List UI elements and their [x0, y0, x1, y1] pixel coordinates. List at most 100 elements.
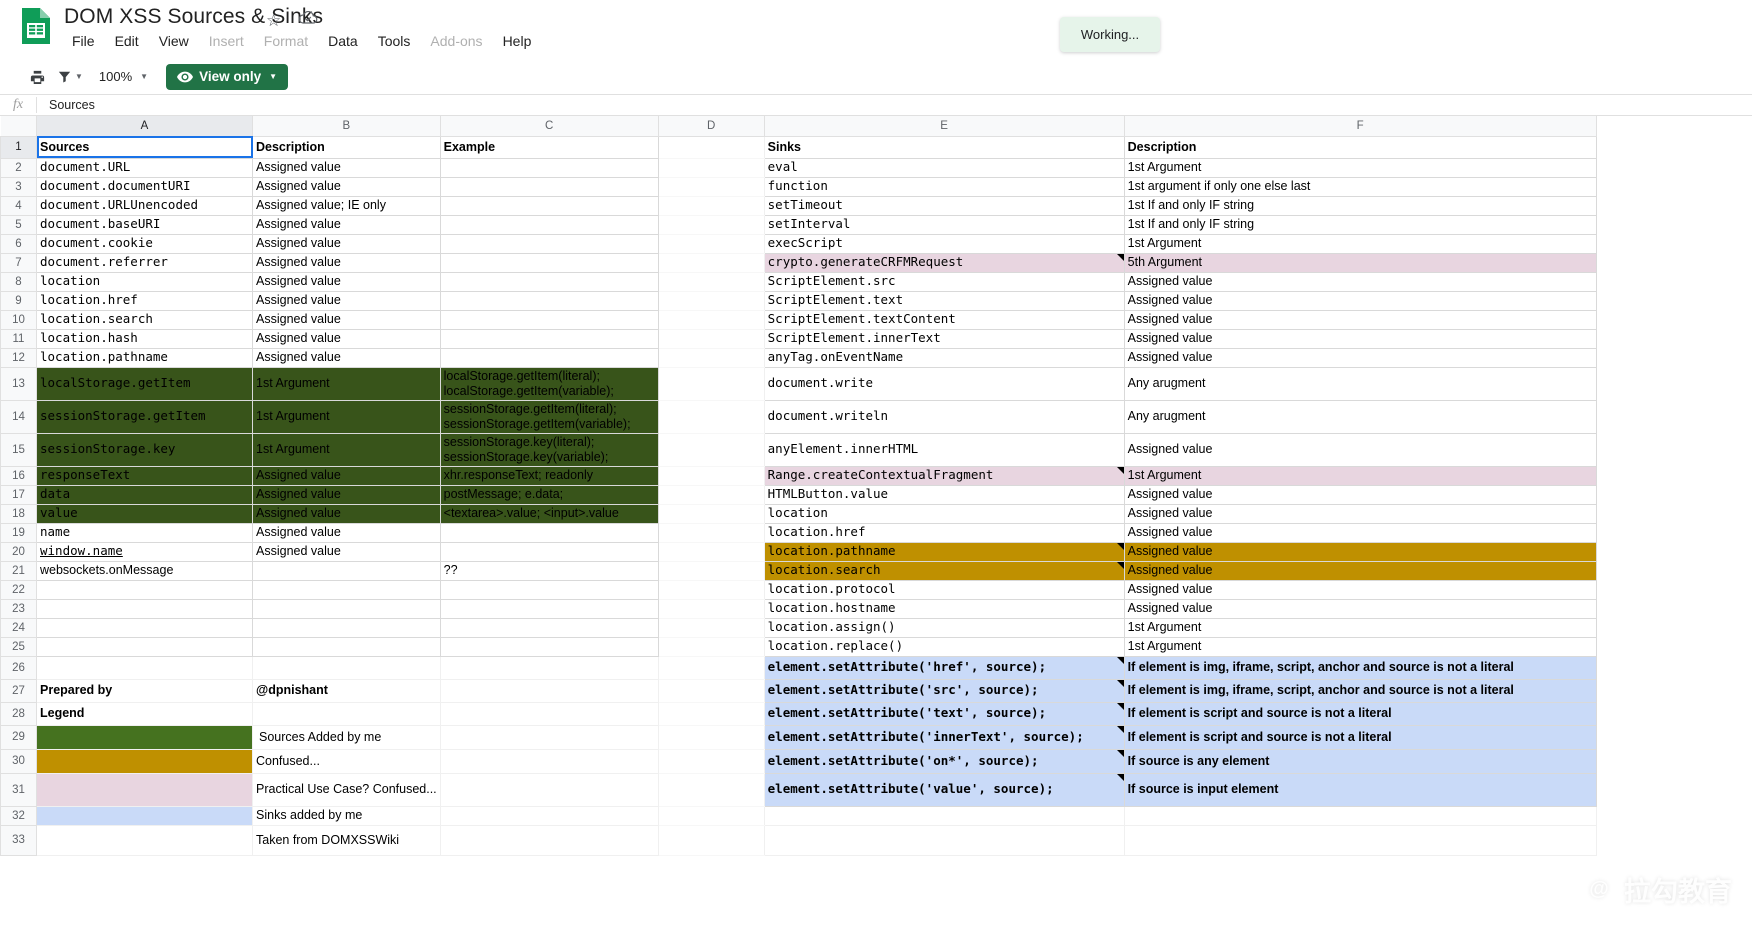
cell-e6[interactable]: execScript: [763, 233, 1125, 254]
grid-cell-d[interactable]: [658, 253, 765, 273]
cell-f4[interactable]: 1st If and only IF string: [1123, 195, 1597, 216]
menu-view[interactable]: View: [149, 30, 199, 52]
cell-c25[interactable]: [439, 636, 659, 657]
grid-cell-d[interactable]: [658, 749, 765, 774]
row-header-9[interactable]: 9: [0, 290, 37, 311]
row-header-23[interactable]: 23: [0, 598, 37, 619]
cell-e14[interactable]: document.writeln: [763, 399, 1125, 434]
print-icon[interactable]: [24, 64, 50, 90]
cell-c8[interactable]: [439, 271, 659, 292]
spreadsheet-grid[interactable]: A B C D E F 1 Sources Description Example Sinks Des…: [0, 116, 1752, 937]
grid-cell-d[interactable]: [658, 177, 765, 197]
row-header-11[interactable]: 11: [0, 328, 37, 349]
cell-f30[interactable]: If source is any element: [1123, 748, 1597, 774]
grid-cell-d[interactable]: [658, 272, 765, 292]
cell-e28[interactable]: element.setAttribute('text', source);: [763, 701, 1125, 726]
cell-e18[interactable]: location: [763, 503, 1125, 524]
cell-b2[interactable]: Assigned value: [252, 157, 441, 178]
cell-e10[interactable]: ScriptElement.textContent: [763, 309, 1125, 330]
row-header-27[interactable]: 27: [0, 678, 37, 703]
cell-b23[interactable]: [252, 598, 441, 619]
row-header-10[interactable]: 10: [0, 309, 37, 330]
cell-f32[interactable]: [1123, 805, 1597, 826]
grid-cell-d[interactable]: [658, 158, 765, 178]
cell-f5[interactable]: 1st If and only IF string: [1123, 214, 1597, 235]
legend-label-31[interactable]: Practical Use Case? Confused...: [252, 772, 441, 807]
legend-label-29[interactable]: Sources Added by me: [252, 724, 441, 750]
row-header-5[interactable]: 5: [0, 214, 37, 235]
row-header-3[interactable]: 3: [0, 176, 37, 197]
cell-c15[interactable]: sessionStorage.key(literal); sessionStora…: [439, 432, 659, 467]
row-header-7[interactable]: 7: [0, 252, 37, 273]
cell-e5[interactable]: setInterval: [763, 214, 1125, 235]
cell-c19[interactable]: [439, 522, 659, 543]
grid-cell-d[interactable]: [658, 291, 765, 311]
cell-c32[interactable]: [439, 805, 659, 826]
grid-cell-d[interactable]: [658, 618, 765, 638]
cell-a11[interactable]: location.hash: [36, 328, 253, 349]
row-header-4[interactable]: 4: [0, 195, 37, 216]
cell-b15[interactable]: 1st Argument: [252, 432, 441, 467]
filter-caret-icon[interactable]: ▼: [75, 72, 83, 81]
grid-cell-d[interactable]: [658, 702, 765, 726]
cell-c4[interactable]: [439, 195, 659, 216]
filter-icon[interactable]: ▼: [52, 64, 87, 90]
cell-a20[interactable]: window.name: [36, 541, 253, 562]
cell-c13[interactable]: localStorage.getItem(literal); localStora…: [439, 366, 659, 401]
row-header-16[interactable]: 16: [0, 465, 37, 486]
row-header-1[interactable]: 1: [0, 135, 37, 159]
cell-c12[interactable]: [439, 347, 659, 368]
cell-b19[interactable]: Assigned value: [252, 522, 441, 543]
row-header-28[interactable]: 28: [0, 701, 37, 726]
cell-f20[interactable]: Assigned value: [1123, 541, 1597, 562]
cell-f25[interactable]: 1st Argument: [1123, 636, 1597, 657]
cell-c6[interactable]: [439, 233, 659, 254]
grid-cell-d[interactable]: [658, 806, 765, 826]
cell-b28[interactable]: [252, 701, 441, 726]
cell-a1-sources[interactable]: Sources: [36, 135, 253, 159]
row-header-32[interactable]: 32: [0, 805, 37, 826]
column-header-d[interactable]: D: [657, 116, 765, 137]
cell-c16[interactable]: xhr.responseText; readonly: [439, 465, 659, 486]
cell-a9[interactable]: location.href: [36, 290, 253, 311]
cell-c26[interactable]: [439, 655, 659, 680]
cell-e24[interactable]: location.assign(): [763, 617, 1125, 638]
view-only-button[interactable]: View only ▼: [166, 63, 289, 90]
cell-c5[interactable]: [439, 214, 659, 235]
cell-b6[interactable]: Assigned value: [252, 233, 441, 254]
cell-b3[interactable]: Assigned value: [252, 176, 441, 197]
zoom-caret-icon[interactable]: ▼: [140, 72, 148, 81]
cell-f1-description[interactable]: Description: [1123, 135, 1597, 159]
column-header-e[interactable]: E: [763, 116, 1125, 137]
cell-a2[interactable]: document.URL: [36, 157, 253, 178]
row-header-2[interactable]: 2: [0, 157, 37, 178]
cell-e7[interactable]: crypto.generateCRFMRequest: [763, 252, 1125, 273]
cell-c11[interactable]: [439, 328, 659, 349]
cell-c27[interactable]: [439, 678, 659, 703]
legend-label-32[interactable]: Sinks added by me: [252, 805, 441, 826]
row-header-22[interactable]: 22: [0, 579, 37, 600]
cell-f16[interactable]: 1st Argument: [1123, 465, 1597, 486]
cell-b17[interactable]: Assigned value: [252, 484, 441, 505]
cell-b13[interactable]: 1st Argument: [252, 366, 441, 401]
formula-input[interactable]: [37, 98, 1752, 112]
grid-cell-d[interactable]: [658, 433, 765, 467]
view-only-caret-icon[interactable]: ▼: [269, 72, 277, 81]
cell-e29[interactable]: element.setAttribute('innerText', source…: [763, 724, 1125, 750]
cell-a22[interactable]: [36, 579, 253, 600]
cell-b16[interactable]: Assigned value: [252, 465, 441, 486]
cell-b10[interactable]: Assigned value: [252, 309, 441, 330]
row-header-30[interactable]: 30: [0, 748, 37, 774]
cell-b8[interactable]: Assigned value: [252, 271, 441, 292]
grid-cell-d[interactable]: [658, 542, 765, 562]
cell-a14[interactable]: sessionStorage.getItem: [36, 399, 253, 434]
cell-c9[interactable]: [439, 290, 659, 311]
cell-f14[interactable]: Any arugment: [1123, 399, 1597, 434]
menu-data[interactable]: Data: [318, 30, 368, 52]
row-header-20[interactable]: 20: [0, 541, 37, 562]
row-header-17[interactable]: 17: [0, 484, 37, 505]
cell-f8[interactable]: Assigned value: [1123, 271, 1597, 292]
grid-cell-d[interactable]: [658, 599, 765, 619]
cell-e21[interactable]: location.search: [763, 560, 1125, 581]
legend-swatch-gold[interactable]: [36, 748, 253, 774]
